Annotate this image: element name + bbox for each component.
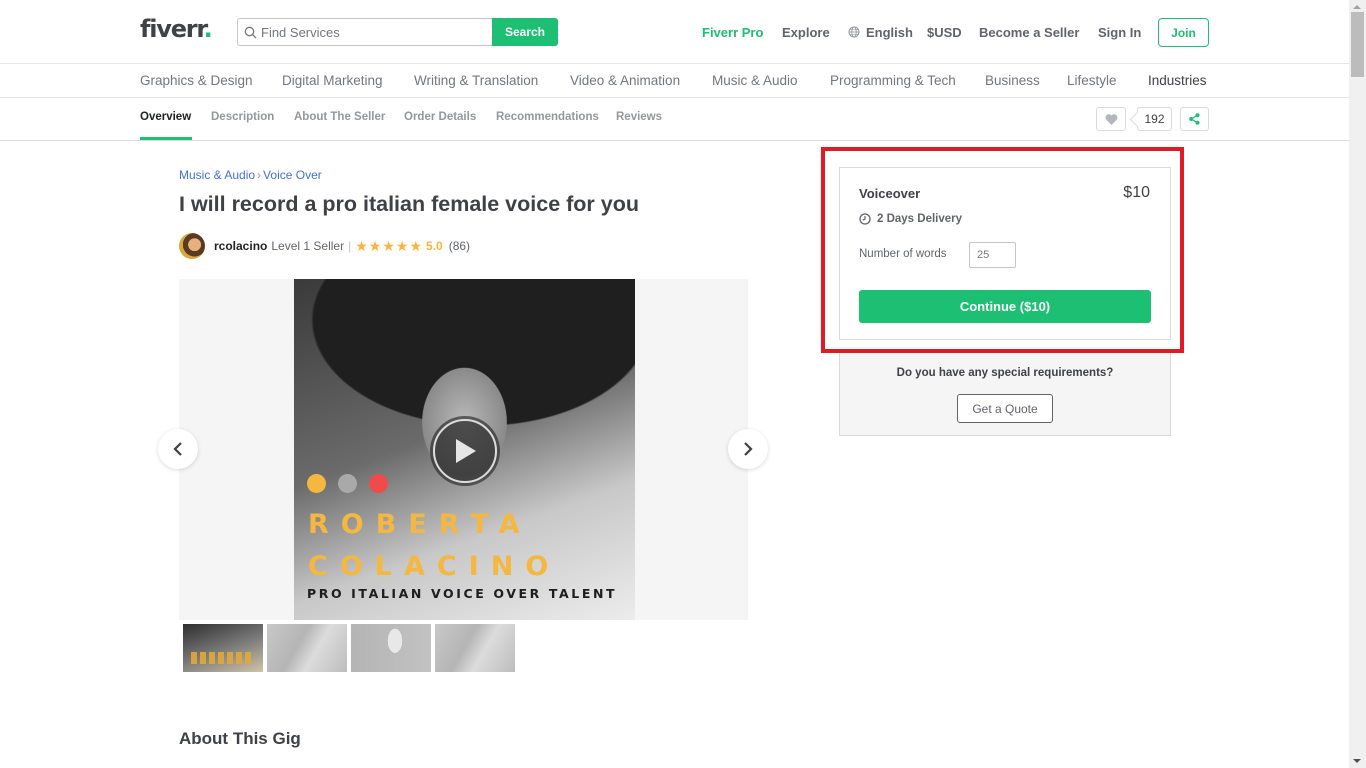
category-item[interactable]: Programming & Tech: [830, 73, 956, 88]
chevron-left-icon: [173, 442, 182, 456]
continue-button[interactable]: Continue ($10): [859, 290, 1151, 323]
play-button[interactable]: [433, 419, 497, 483]
thumbnail[interactable]: [351, 624, 431, 672]
save-to-list-button[interactable]: [1096, 107, 1126, 131]
breadcrumb-item[interactable]: Voice Over: [263, 168, 322, 182]
thumbnail[interactable]: [183, 624, 263, 672]
about-gig-heading: About This Gig: [179, 729, 301, 748]
search-bar: Find Services Search: [237, 18, 558, 46]
top-header: fiverr. Find Services Search Fiverr Pro …: [0, 0, 1349, 64]
dot: [369, 474, 388, 493]
active-tab-indicator: [140, 137, 192, 140]
quote-section: Do you have any special requirements? Ge…: [839, 353, 1171, 436]
gallery-next-button[interactable]: [728, 429, 768, 469]
nav-sign-in[interactable]: Sign In: [1098, 25, 1141, 40]
search-button[interactable]: Search: [492, 18, 558, 46]
seller-name[interactable]: rcolacino: [214, 239, 267, 253]
tab-reviews[interactable]: Reviews: [616, 111, 662, 123]
package-name: Voiceover: [859, 186, 921, 201]
logo-text: fiverr: [140, 15, 205, 43]
category-item[interactable]: Music & Audio: [712, 73, 798, 88]
star-icon: ★: [409, 238, 423, 254]
words-label: Number of words: [859, 248, 947, 260]
delivery-time: 2 Days Delivery: [859, 213, 962, 225]
scroll-thumb[interactable]: [1351, 12, 1364, 77]
play-icon: [456, 439, 476, 463]
category-item[interactable]: Writing & Translation: [414, 73, 538, 88]
heart-icon: [1105, 113, 1117, 125]
nav-fiverr-pro[interactable]: Fiverr Pro: [702, 25, 763, 40]
star-icon: ★: [395, 238, 409, 254]
gallery-video-slide[interactable]: ROBERTA COLACINO PRO ITALIAN VOICE OVER …: [294, 279, 635, 620]
tab-recommendations[interactable]: Recommendations: [496, 111, 599, 123]
fiverr-logo[interactable]: fiverr.: [140, 15, 213, 43]
gig-gallery: ROBERTA COLACINO PRO ITALIAN VOICE OVER …: [179, 279, 748, 620]
search-input[interactable]: Find Services: [237, 18, 492, 46]
thumbnail[interactable]: [435, 624, 515, 672]
category-item[interactable]: Graphics & Design: [140, 73, 253, 88]
category-item[interactable]: Video & Animation: [570, 73, 680, 88]
decorative-dots: [307, 474, 388, 493]
scroll-up-arrow[interactable]: [1353, 5, 1361, 9]
gallery-prev-button[interactable]: [158, 429, 198, 469]
join-button[interactable]: Join: [1158, 18, 1209, 47]
divider: |: [348, 239, 352, 253]
page: fiverr. Find Services Search Fiverr Pro …: [0, 0, 1349, 768]
globe-icon: [848, 26, 860, 38]
breadcrumb-separator: ›: [257, 168, 262, 182]
package-card: Voiceover $10 2 Days Delivery Number of …: [839, 167, 1171, 340]
nav-become-seller[interactable]: Become a Seller: [979, 25, 1079, 40]
delivery-label: 2 Days Delivery: [877, 213, 963, 225]
star-icon: ★: [355, 238, 368, 254]
share-button[interactable]: [1180, 107, 1209, 131]
overlay-name-line2: COLACINO: [308, 551, 561, 582]
logo-dot: .: [203, 15, 213, 43]
likes-count: 192: [1137, 107, 1172, 131]
page-scrollbar[interactable]: [1349, 0, 1366, 768]
thumbnail[interactable]: [267, 624, 347, 672]
category-item[interactable]: Lifestyle: [1067, 73, 1117, 88]
words-input[interactable]: [969, 242, 1016, 268]
breadcrumb: Music & Audio › Voice Over: [179, 168, 322, 182]
nav-language[interactable]: English: [848, 25, 913, 40]
nav-currency[interactable]: $USD: [927, 25, 962, 40]
overlay-name-line1: ROBERTA: [308, 509, 532, 540]
tab-description[interactable]: Description: [211, 111, 274, 123]
category-menu: Graphics & Design Digital Marketing Writ…: [0, 65, 1349, 98]
category-item[interactable]: Industries: [1148, 73, 1207, 88]
category-item[interactable]: Business: [985, 73, 1040, 88]
seller-level: Level 1 Seller: [271, 239, 345, 253]
gallery-thumbnails: [183, 624, 515, 672]
special-requirements-question: Do you have any special requirements?: [896, 367, 1114, 379]
scroll-down-arrow[interactable]: [1353, 759, 1361, 763]
get-quote-button[interactable]: Get a Quote: [957, 394, 1053, 423]
star-icon: ★: [368, 238, 382, 254]
language-label: English: [866, 24, 913, 40]
star-icon: ★: [382, 238, 395, 254]
seller-avatar[interactable]: [179, 233, 205, 259]
seller-overview: rcolacino Level 1 Seller | ★ ★ ★ ★ ★ 5.0…: [179, 233, 470, 259]
clock-icon: [859, 213, 871, 225]
gig-title: I will record a pro italian female voice…: [179, 192, 639, 216]
tab-overview[interactable]: Overview: [140, 111, 191, 123]
category-item[interactable]: Digital Marketing: [282, 73, 383, 88]
overlay-tagline: PRO ITALIAN VOICE OVER TALENT: [307, 586, 618, 601]
search-icon: [244, 26, 257, 38]
dot: [307, 474, 326, 493]
dot: [338, 474, 357, 493]
star-rating: ★ ★ ★ ★ ★: [355, 239, 422, 253]
breadcrumb-item[interactable]: Music & Audio: [179, 168, 255, 182]
ratings-count[interactable]: (86): [449, 239, 470, 253]
chevron-right-icon: [744, 442, 753, 456]
search-placeholder: Find Services: [261, 24, 340, 40]
tab-about-seller[interactable]: About The Seller: [294, 111, 385, 123]
tab-order-details[interactable]: Order Details: [404, 111, 476, 123]
package-price: $10: [1123, 184, 1150, 201]
rating-score: 5.0: [426, 239, 443, 253]
nav-explore[interactable]: Explore: [782, 25, 830, 40]
share-icon: [1189, 113, 1200, 125]
